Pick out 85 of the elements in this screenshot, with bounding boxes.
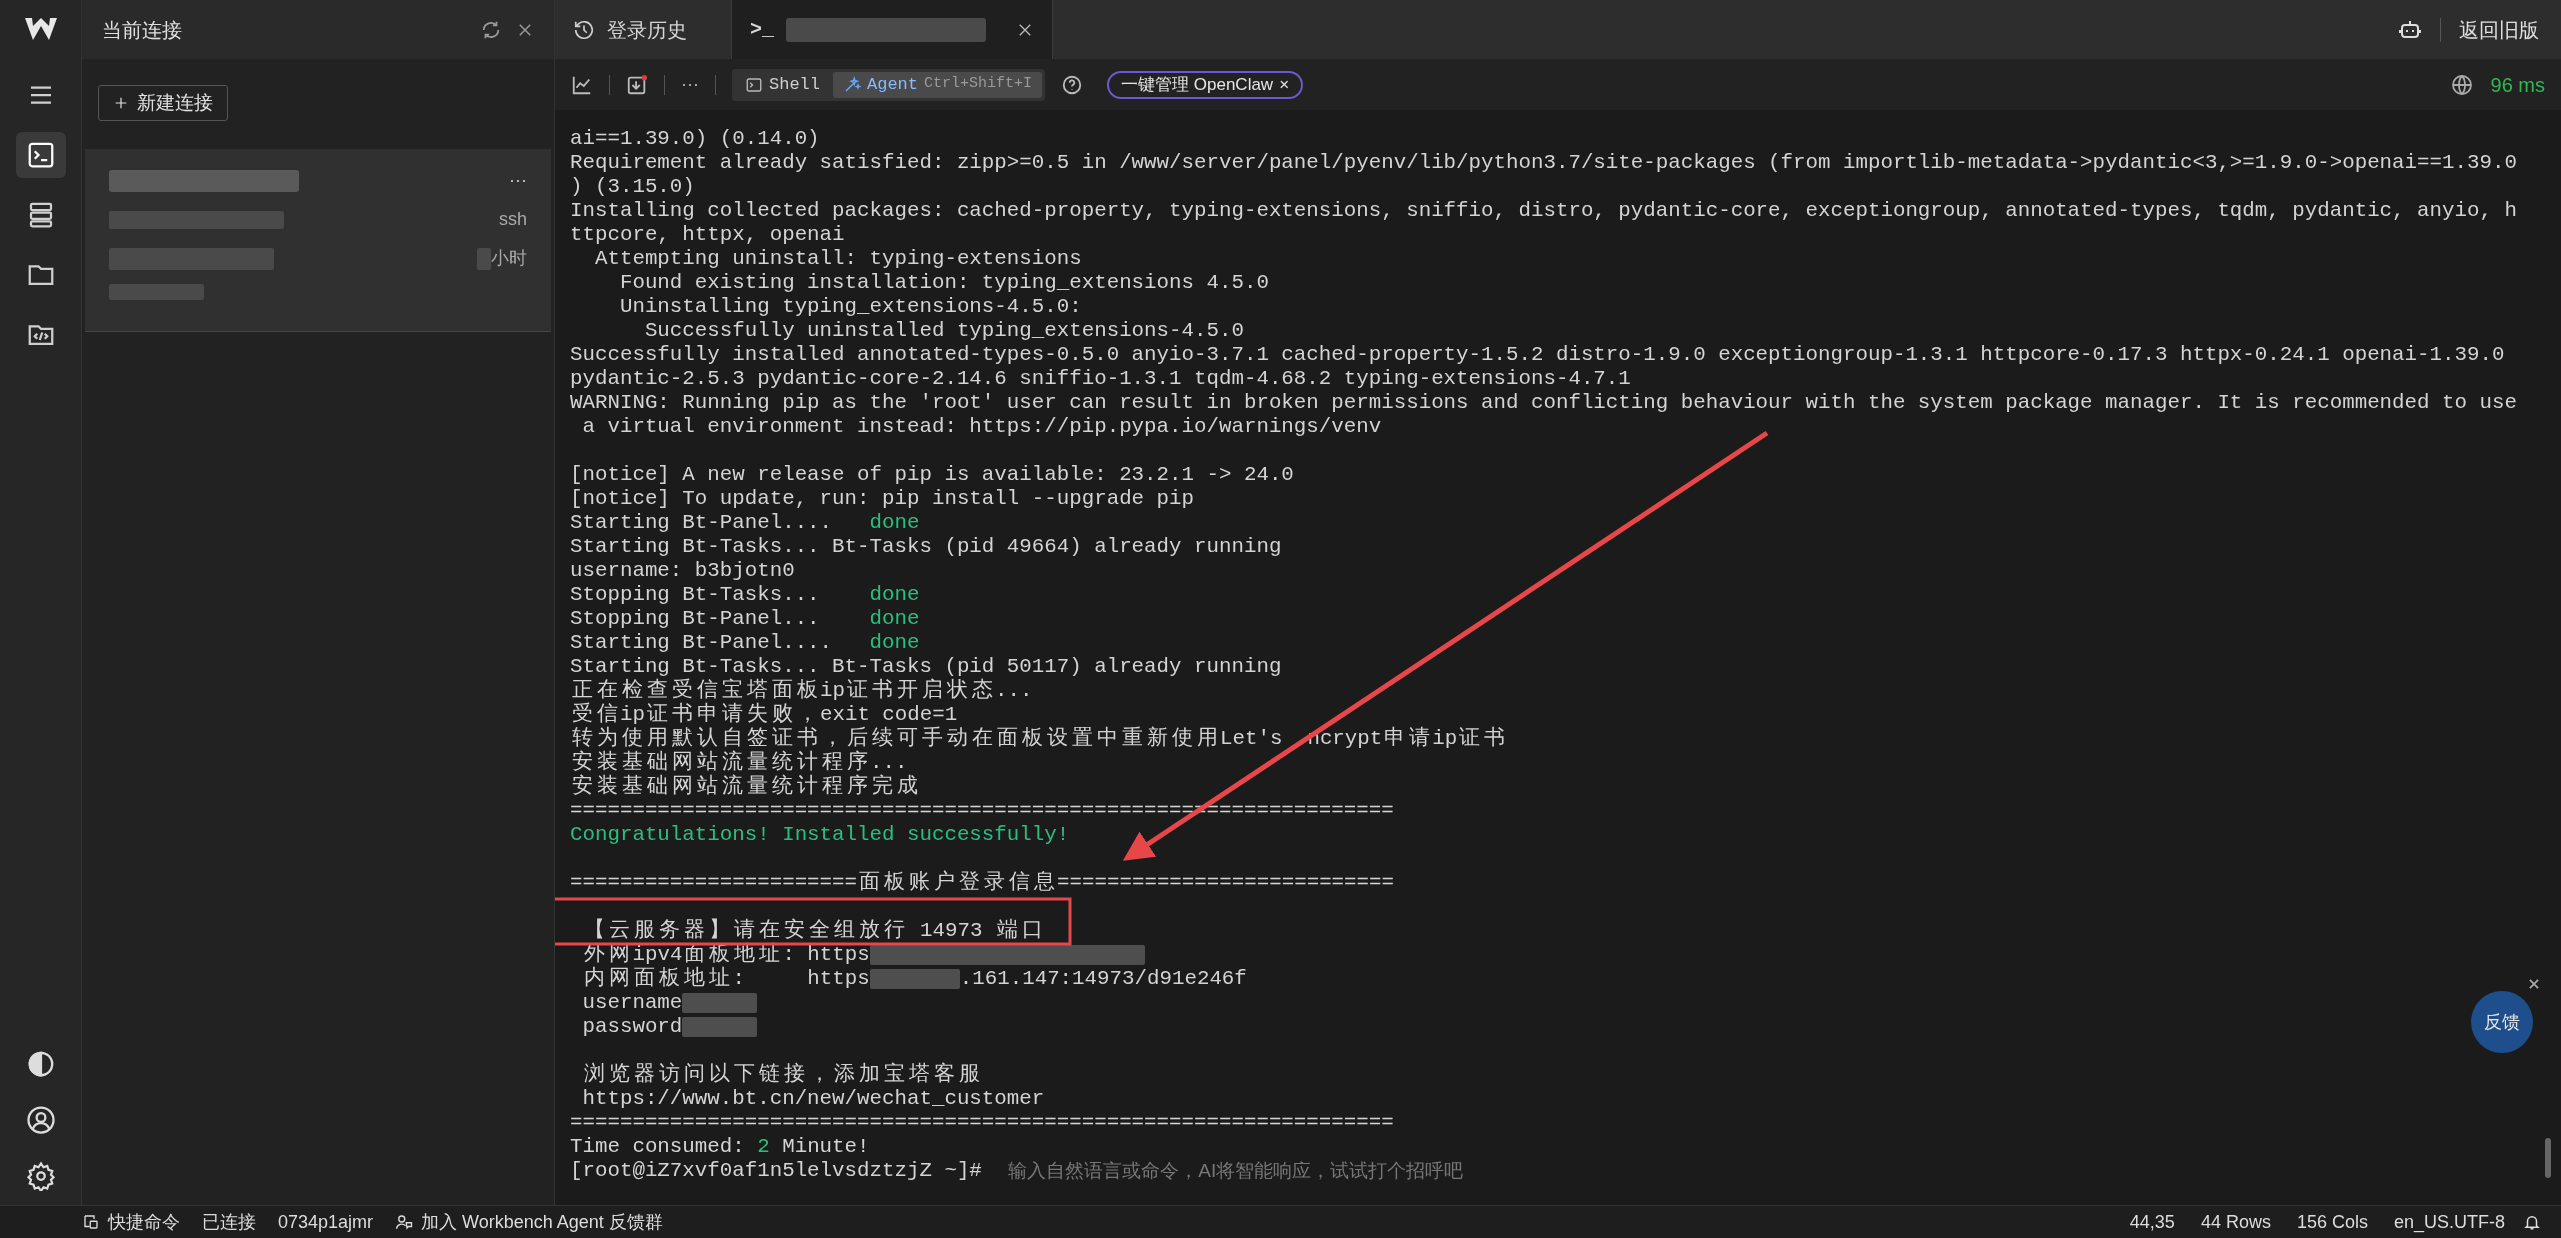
terminal-text: done bbox=[869, 583, 920, 607]
terminal-text: Congratulations! Installed successfully! bbox=[570, 823, 1070, 847]
terminal-text: Starting Bt-Tasks... Bt-Tasks (pid 50117) already running bbox=[570, 655, 1282, 678]
more-menu[interactable]: ··· bbox=[509, 167, 527, 194]
user-icon[interactable] bbox=[25, 1105, 56, 1135]
terminal-text: 受信ip证书申请失败，exit code=1 bbox=[571, 703, 958, 726]
terminal-icon bbox=[745, 75, 763, 94]
tab-label: 登录历史 bbox=[607, 17, 687, 43]
download-icon[interactable] bbox=[626, 73, 648, 96]
history-icon bbox=[573, 18, 595, 41]
people-chat-icon bbox=[395, 1213, 414, 1231]
terminal-text: https://www.bt.cn/new/wechat_customer bbox=[581, 1087, 1045, 1111]
terminal-text: 【云服务器】请在安全组放行 14973 端口 bbox=[583, 919, 1044, 942]
panel-title: 当前连接 bbox=[102, 17, 183, 43]
terminal-text: a virtual environment instead: https://pip.pypa.io/warnings/venv bbox=[581, 415, 1382, 439]
terminal-text: username: b3bjotn0 bbox=[570, 559, 795, 583]
globe-icon bbox=[2450, 72, 2475, 97]
terminal-text: ) (3.15.0) bbox=[570, 175, 695, 199]
terminal-text: 2 bbox=[757, 1135, 770, 1159]
terminal-text: Successfully installed annotated-types-0.5.0 anyio-3.7.1 cached-property-1.5.2 distro-1.9.0 exceptiongroup-1.3.1 httpcore-0.17.3 httpx-0.24.1 openai-1.39.0 bbox=[570, 343, 2505, 367]
status-text: 44,35 bbox=[2129, 1210, 2175, 1234]
status-text: 156 Cols bbox=[2296, 1210, 2368, 1234]
terminal-text: Requirement already satisfied: zipp>=0.5 in /www/server/panel/pyenv/lib/python3.7/site-packages (from importlib-metadata->pydantic<3,>=1.9.0->openai==1.39.0 bbox=[570, 151, 2517, 175]
terminal-text: ttpcore, httpx, openai bbox=[570, 223, 845, 247]
terminal-text: 安装基础网站流量统计程序完成 bbox=[571, 775, 919, 799]
terminal-text: 浏览器访问以下链接，添加宝塔客服 bbox=[583, 1063, 982, 1087]
terminal-text: Attempting uninstall: typing-extensions bbox=[593, 247, 1082, 271]
terminal-text: 安装基础网站流量统计程序... bbox=[571, 751, 908, 774]
terminal-text: Starting Bt-Panel.... bbox=[570, 511, 834, 535]
terminal-text: username bbox=[581, 991, 683, 1015]
command-icon bbox=[82, 1213, 100, 1231]
terminal-text: Uninstalling typing_extensions-4.5.0: bbox=[618, 295, 1082, 319]
help-icon[interactable] bbox=[1061, 73, 1084, 96]
connection-card[interactable]: ··· ssh 小时 bbox=[85, 149, 551, 332]
terminal-text: =======================面板账户登录信息=========================== bbox=[570, 871, 1394, 895]
time-label: 小时 bbox=[491, 247, 527, 270]
status-text: 已连接 bbox=[202, 1210, 256, 1234]
terminal-text: Found existing installation: typing_extensions 4.5.0 bbox=[618, 271, 1269, 295]
terminal-text: Successfully uninstalled typing_extensions-4.5.0 bbox=[643, 319, 1244, 343]
scrollbar[interactable] bbox=[2545, 1138, 2551, 1178]
terminal-text: [root@iZ7xvf0af1n5lelvsdztzjZ ~]# bbox=[570, 1159, 983, 1183]
terminal-text: Time consumed: bbox=[570, 1135, 746, 1159]
tab-label: >_ bbox=[750, 16, 774, 43]
terminal-text: done bbox=[869, 607, 920, 631]
more-button[interactable]: ··· bbox=[681, 71, 699, 98]
terminal-text: done bbox=[869, 631, 920, 655]
bell-icon[interactable] bbox=[2523, 1213, 2541, 1231]
latency-label: 96 ms bbox=[2490, 72, 2545, 98]
new-connection-button[interactable]: 新建连接 bbox=[98, 85, 228, 121]
terminal-text: Starting Bt-Panel.... bbox=[570, 631, 834, 655]
terminal-text: Minute! bbox=[781, 1135, 870, 1159]
settings-icon[interactable] bbox=[25, 1161, 56, 1191]
terminal-text: password bbox=[581, 1015, 683, 1039]
terminal-text: pydantic-2.5.3 pydantic-core-2.14.6 sniffio-1.3.1 tqdm-4.68.2 typing-extensions-4.7.1 bbox=[570, 367, 1631, 391]
terminal-text: .161.147:14973/d91e246f bbox=[959, 967, 1247, 991]
terminal-text: 正在检查受信宝塔面板ip证书开启状态... bbox=[571, 679, 1033, 702]
feedback-button[interactable]: 反馈 bbox=[2471, 991, 2533, 1053]
terminal-text: [notice] A new release of pip is available: 23.2.1 -> 24.0 bbox=[570, 463, 1294, 487]
openclaw-pill[interactable]: 一键管理 OpenClaw × bbox=[1107, 70, 1304, 99]
terminal-text: ai==1.39.0) (0.14.0) bbox=[570, 127, 820, 151]
terminal-text: [notice] To update, run: pip install --upgrade pip bbox=[570, 487, 1194, 511]
quick-command-button[interactable]: 快捷命令 bbox=[82, 1208, 180, 1236]
status-text: 0734p1ajmr bbox=[278, 1210, 374, 1234]
mode-tab[interactable]: Shell bbox=[735, 71, 830, 98]
terminal-text: Installing collected packages: cached-property, typing-extensions, sniffio, distro, pydantic-core, exceptiongroup, annotated-types, tqdm, pydantic, anyio, h bbox=[570, 199, 2517, 223]
terminal-text: WARNING: Running pip as the 'root' user can result in broken permissions and conflicting behaviour with the system package manager. It is recommended to use bbox=[570, 391, 2517, 415]
tab[interactable]: >_ bbox=[732, 0, 1053, 59]
feedback-group-link[interactable]: 加入 Workbench Agent 反馈群 bbox=[395, 1208, 663, 1236]
back-to-old-version-link[interactable]: 返回旧版 bbox=[2459, 14, 2539, 45]
status-text: 44 Rows bbox=[2200, 1210, 2271, 1234]
terminal-text: Stopping Bt-Tasks... bbox=[570, 583, 821, 607]
plus-icon bbox=[113, 95, 129, 111]
protocol-label: ssh bbox=[499, 208, 527, 231]
status-text: en_US.UTF-8 bbox=[2393, 1210, 2505, 1235]
terminal-text: done bbox=[869, 511, 920, 535]
terminal-text: ================================================================== bbox=[570, 1111, 1394, 1135]
nav-button[interactable] bbox=[15, 132, 66, 178]
terminal-text: Starting Bt-Tasks... Bt-Tasks (pid 49664) already running bbox=[570, 535, 1282, 559]
terminal-text: Stopping Bt-Panel... bbox=[570, 607, 821, 631]
command-input-placeholder[interactable]: 输入自然语言或命令，AI将智能响应，试试打个招呼吧 bbox=[1008, 1159, 1464, 1183]
close-icon[interactable] bbox=[2527, 977, 2541, 991]
redaction-block bbox=[477, 247, 491, 270]
mode-tab[interactable]: Agent Ctrl+Shift+I bbox=[833, 71, 1043, 98]
terminal-text: 内网面板地址: https bbox=[583, 967, 870, 991]
sparkle-icon bbox=[843, 75, 861, 94]
